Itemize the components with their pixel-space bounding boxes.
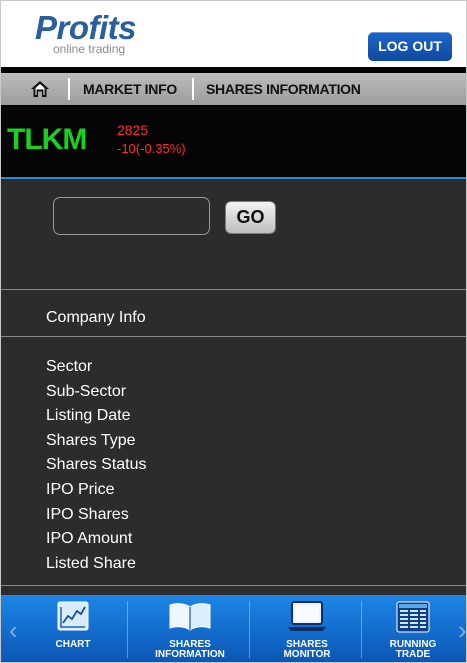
scroll-left-icon[interactable]: ‹ bbox=[9, 615, 18, 646]
logout-button[interactable]: LOG OUT bbox=[368, 32, 452, 61]
nav-separator bbox=[192, 78, 194, 100]
info-field-sub-sector: Sub-Sector bbox=[46, 382, 127, 400]
info-field-ipo-shares: IPO Shares bbox=[46, 505, 129, 523]
go-button[interactable]: GO bbox=[225, 201, 276, 234]
info-field-listing-date: Listing Date bbox=[46, 407, 131, 425]
nav-bar: MARKET INFO SHARES INFORMATION bbox=[1, 73, 466, 105]
info-field-ipo-price: IPO Price bbox=[46, 480, 115, 498]
ticker-panel: TLKM 2825 -10(-0.35%) bbox=[1, 105, 466, 177]
ticker-price: 2825 bbox=[117, 122, 149, 138]
tab-shares-information[interactable]: SHARES INFORMATION bbox=[135, 595, 245, 662]
tab-shares-monitor-label: SHARES MONITOR bbox=[283, 639, 331, 660]
running-trade-icon bbox=[396, 601, 430, 633]
book-icon bbox=[169, 603, 211, 631]
bottom-tab-bar: ‹ › CHART SHARES INFORMATION SHARES MONI… bbox=[1, 595, 466, 662]
tab-divider bbox=[127, 601, 128, 658]
monitor-icon bbox=[288, 601, 326, 631]
ticker-code: TLKM bbox=[7, 123, 87, 156]
tab-chart[interactable]: CHART bbox=[23, 595, 123, 662]
tab-running-trade-label: RUNNING TRADE bbox=[389, 639, 437, 660]
header: Profits online trading LOG OUT bbox=[1, 1, 466, 67]
info-field-shares-status: Shares Status bbox=[46, 456, 147, 474]
stock-code-input[interactable] bbox=[53, 197, 210, 235]
nav-market-info[interactable]: MARKET INFO bbox=[83, 73, 177, 105]
company-info-list: Sector Sub-Sector Listing Date Shares Ty… bbox=[46, 355, 147, 576]
chart-icon bbox=[57, 601, 89, 631]
tab-running-trade[interactable]: RUNNING TRADE bbox=[367, 595, 459, 662]
ticker-change: -10(-0.35%) bbox=[117, 141, 186, 156]
tab-chart-label: CHART bbox=[55, 639, 91, 650]
divider bbox=[1, 336, 466, 337]
divider bbox=[1, 289, 466, 290]
info-field-listed-share: Listed Share bbox=[46, 554, 136, 572]
info-field-sector: Sector bbox=[46, 358, 93, 375]
info-field-ipo-amount: IPO Amount bbox=[46, 530, 133, 548]
profits-logo: Profits online trading bbox=[35, 9, 137, 56]
scroll-right-icon[interactable]: › bbox=[458, 615, 466, 646]
tab-shares-information-label: SHARES INFORMATION bbox=[155, 639, 225, 660]
tab-divider bbox=[249, 601, 250, 658]
logo-main-text: Profits bbox=[35, 9, 137, 46]
nav-separator bbox=[68, 78, 70, 100]
app-frame: Profits online trading LOG OUT MARKET IN… bbox=[0, 0, 467, 663]
nav-shares-information[interactable]: SHARES INFORMATION bbox=[206, 73, 361, 105]
tab-shares-monitor[interactable]: SHARES MONITOR bbox=[257, 595, 357, 662]
divider bbox=[1, 585, 466, 586]
info-field-shares-type: Shares Type bbox=[46, 431, 136, 449]
home-icon[interactable] bbox=[30, 79, 50, 99]
company-info-title: Company Info bbox=[46, 309, 146, 326]
logo-sub-text: online trading bbox=[53, 42, 126, 56]
tab-divider bbox=[361, 601, 362, 658]
